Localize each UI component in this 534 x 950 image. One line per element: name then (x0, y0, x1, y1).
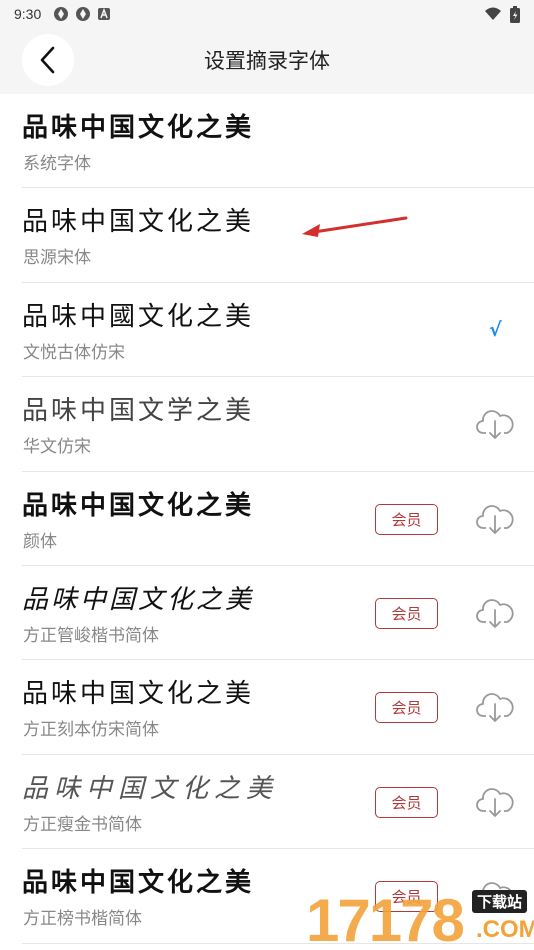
font-preview-text: 品味中國文化之美 (22, 301, 255, 332)
font-name-label: 华文仿宋 (23, 437, 91, 458)
font-preview-text: 品味中国文化之美 (22, 868, 255, 899)
font-name-label: 系统字体 (23, 154, 91, 174)
wifi-icon (485, 7, 501, 20)
font-name-label: 方正管峻楷书简体 (23, 625, 159, 646)
cloud-download-icon[interactable] (476, 690, 514, 724)
member-badge[interactable]: 会员 (375, 692, 438, 724)
font-option-row[interactable]: 品味中国文化之美方正刻本仿宋简体 会员 (22, 660, 534, 755)
cloud-download-icon[interactable] (476, 407, 514, 441)
cloud-download-icon[interactable] (476, 785, 514, 819)
a-notification-icon (98, 7, 111, 20)
font-name-label: 颜体 (23, 531, 57, 552)
font-preview-text: 品味中国文化之美 (22, 679, 255, 710)
font-option-row[interactable]: 品味中国文化之美系统字体 (22, 94, 534, 189)
header-bar: 设置摘录字体 (0, 28, 534, 94)
font-preview-text: 品味中国文化之美 (22, 490, 255, 521)
cloud-download-icon[interactable] (476, 502, 514, 536)
member-badge[interactable]: 会员 (375, 786, 438, 818)
font-preview-text: 品味中国文化之美 (22, 113, 255, 143)
font-preview-text: 品味中国文化之美 (22, 773, 279, 803)
watermark-suffix: .COM (476, 916, 534, 943)
cloud-download-icon[interactable] (476, 596, 514, 630)
font-option-row[interactable]: 品味中国文化之美方正管峻楷书简体 会员 (22, 566, 534, 661)
page-title: 设置摘录字体 (204, 49, 330, 73)
font-name-label: 方正榜书楷简体 (23, 909, 142, 930)
font-option-row[interactable]: 品味中国文化之美颜体 会员 (22, 472, 534, 566)
font-option-row[interactable]: 品味中国文化之美方正瘦金书简体 会员 (22, 755, 534, 850)
status-time: 9:30 (14, 6, 42, 22)
watermark-tag: 下载站 (472, 890, 528, 913)
font-name-label: 思源宋体 (23, 248, 91, 269)
font-preview-text: 品味中国文学之美 (22, 396, 255, 427)
checkmark-icon: √ (489, 318, 502, 341)
notification-icons (53, 6, 111, 22)
chevron-left-icon (40, 46, 55, 74)
font-list: 品味中国文化之美 系统字体 品味中国文化之美 思源宋体 品味中國文化之美 文悦古体仿宋 √ 品… (22, 94, 534, 944)
status-bar: 9:30 (0, 0, 534, 28)
app-notification-icon (76, 7, 91, 21)
font-name-label: 文悦古体仿宋 (23, 342, 125, 363)
app-notification-icon (54, 7, 69, 21)
back-button[interactable] (22, 34, 74, 86)
site-watermark: 17178 下载站 .COM (306, 880, 534, 950)
system-icons (484, 5, 520, 23)
font-preview-text: 品味中国文化之美 (22, 584, 255, 615)
member-badge[interactable]: 会员 (375, 597, 438, 629)
font-name-label: 方正瘦金书简体 (23, 814, 142, 835)
font-preview-text: 品味中国文化之美 (22, 207, 255, 237)
annotation-arrow (302, 216, 408, 237)
member-badge[interactable]: 会员 (375, 503, 438, 535)
font-option-row[interactable]: 品味中国文化之美思源宋体 (22, 188, 534, 283)
watermark-number: 17178 (306, 887, 465, 950)
font-option-row[interactable]: 品味中国文学之美华文仿宋 (22, 377, 534, 472)
font-name-label: 方正刻本仿宋简体 (23, 720, 159, 741)
battery-icon (510, 5, 520, 23)
font-option-row[interactable]: 品味中國文化之美文悦古体仿宋 √ (22, 283, 534, 378)
